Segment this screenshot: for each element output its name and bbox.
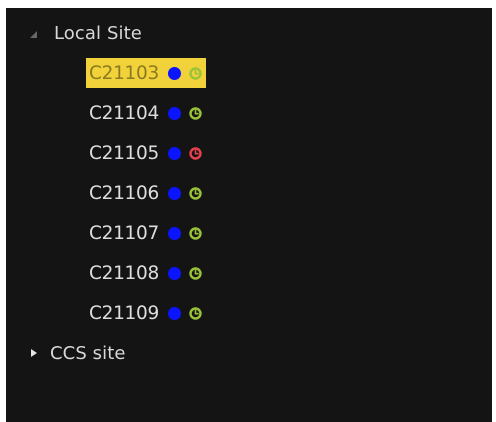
tree-item-label: C21106: [89, 182, 159, 204]
site-tree-panel: Local Site C21103 C21104 C21105 C21106 C…: [6, 8, 492, 422]
tree-node-local-site[interactable]: Local Site: [28, 18, 142, 48]
tree-item-4[interactable]: C21107: [86, 218, 206, 248]
clock-icon: [189, 226, 202, 240]
status-dot-icon: [167, 186, 181, 200]
status-dot-icon: [167, 146, 181, 160]
collapse-triangle-icon[interactable]: [28, 346, 42, 360]
clock-icon: [189, 266, 202, 280]
tree-item-label: C21105: [89, 142, 159, 164]
tree-item-2[interactable]: C21105: [86, 138, 206, 168]
tree-item-label: C21108: [89, 262, 159, 284]
tree-node-label: Local Site: [54, 22, 142, 44]
tree-item-label: C21107: [89, 222, 159, 244]
tree-item-label: C21109: [89, 302, 159, 324]
status-dot-icon: [167, 226, 181, 240]
tree-item-5[interactable]: C21108: [86, 258, 206, 288]
clock-icon: [189, 186, 202, 200]
tree-item-label: C21103: [89, 62, 159, 84]
clock-icon: [189, 106, 202, 120]
status-dot-icon: [167, 266, 181, 280]
clock-icon: [189, 146, 202, 160]
tree-item-3[interactable]: C21106: [86, 178, 206, 208]
clock-icon: [189, 306, 202, 320]
status-dot-icon: [167, 106, 181, 120]
expand-triangle-icon[interactable]: [28, 26, 42, 40]
status-dot-icon: [167, 306, 181, 320]
tree-node-ccs-site[interactable]: CCS site: [28, 338, 126, 368]
tree-item-0[interactable]: C21103: [86, 58, 206, 88]
tree-item-6[interactable]: C21109: [86, 298, 206, 328]
status-dot-icon: [167, 66, 181, 80]
clock-icon: [189, 66, 202, 80]
tree-item-1[interactable]: C21104: [86, 98, 206, 128]
tree-item-label: C21104: [89, 102, 159, 124]
tree-node-label: CCS site: [50, 342, 126, 364]
